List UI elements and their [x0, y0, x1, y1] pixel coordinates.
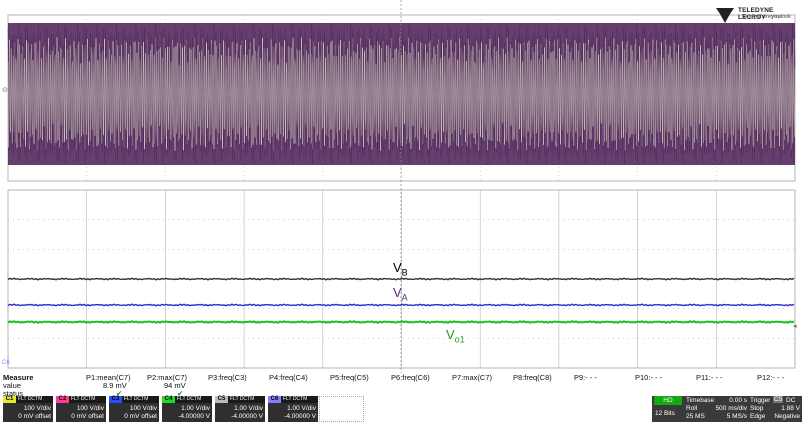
trace-va — [7, 303, 795, 307]
channel-header: C5 FLT DCTM — [215, 396, 265, 403]
hd-badge: HD — [654, 396, 682, 405]
measure-panel: Measure value status P1:mean(C7) 8.9 mV ✔ P… — [0, 373, 802, 398]
label-va: VA — [393, 285, 408, 303]
measure-param-name[interactable]: P4:freq(C4) — [269, 373, 308, 382]
trigger-type: Edge — [750, 413, 766, 420]
channel-descriptor-c1[interactable]: C1 FLT DCTM 100 V/div 0 mV offset — [3, 396, 53, 422]
channel-tag: C2 — [56, 396, 69, 403]
bit-depth: 12 Bits — [655, 410, 675, 417]
measure-param-name[interactable]: P9:- - - — [574, 373, 597, 382]
channel-header: C1 FLT DCTM — [3, 396, 53, 403]
channel-tag: C5 — [215, 396, 228, 403]
measure-param-name[interactable]: P12:- - - — [757, 373, 784, 382]
channel-offset: 0 mV offset — [124, 413, 157, 420]
trigger-slope: Negative — [774, 413, 800, 420]
channel-flags: FLT DCTM — [230, 396, 255, 402]
trigger-level: 1.88 V — [781, 405, 800, 412]
trigger-source: C5 — [773, 396, 784, 403]
channel-flags: FLT DCTM — [18, 396, 43, 402]
channel-descriptor-c4[interactable]: C4 FLT DCTM 1.00 V/div -4.00000 V — [162, 396, 212, 422]
channel-vdiv: 100 V/div — [129, 405, 157, 412]
channel-flags: FLT DCTM — [71, 396, 96, 402]
timebase-trigger-panel[interactable]: HD 12 Bits Timebase Roll 25 MS 0.00 s 50… — [652, 396, 802, 422]
measure-param-name[interactable]: P6:freq(C6) — [391, 373, 430, 382]
empty-channel-slot[interactable] — [319, 396, 364, 422]
upper-trace-waveform — [7, 23, 796, 165]
sample-rate: 5 MS/s — [726, 413, 747, 420]
channel-flags: FLT DCTM — [283, 396, 308, 402]
label-vb: VB — [393, 260, 408, 278]
channel-vdiv: 1.00 V/div — [181, 405, 210, 412]
measure-param-name[interactable]: P7:max(C7) — [452, 373, 492, 382]
time-per-div: 500 ms/div — [715, 405, 747, 412]
channel-header: C2 FLT DCTM — [56, 396, 106, 403]
channel-offset: 0 mV offset — [18, 413, 51, 420]
label-vo1: Vo1 — [446, 327, 465, 345]
measure-param-name[interactable]: P3:freq(C3) — [208, 373, 247, 382]
measure-param-name[interactable]: P11:- - - — [696, 373, 723, 382]
measure-param-name[interactable]: P10:- - - — [635, 373, 662, 382]
lower-trace-channel-marker[interactable]: C6 — [2, 360, 10, 366]
trigger-mode: Stop — [750, 405, 764, 412]
upper-trace-ground-marker[interactable]: ⊙ — [2, 86, 8, 94]
channel-tag: C1 — [3, 396, 16, 403]
channel-header: C6 FLT DCTM — [268, 396, 318, 403]
channel-descriptor-c6[interactable]: C6 FLT DCTM 1.00 V/div -4.00000 V — [268, 396, 318, 422]
channel-tag: C4 — [162, 396, 175, 403]
channel-vdiv: 1.00 V/div — [234, 405, 263, 412]
timebase-value: 0.00 s — [729, 397, 747, 404]
channel-offset: 0 mV offset — [71, 413, 104, 420]
timebase-label: Timebase — [686, 397, 715, 404]
channel-header: C4 FLT DCTM — [162, 396, 212, 403]
acq-mode: Roll — [686, 405, 698, 412]
sample-count: 25 MS — [686, 413, 705, 420]
trigger-label: Trigger — [750, 397, 771, 404]
channel-tag: C3 — [109, 396, 122, 403]
brand-tagline: Everywhereyoulook — [742, 14, 791, 20]
trigger-coupling: DC — [786, 397, 796, 404]
channel-descriptor-c5[interactable]: C5 FLT DCTM 1.00 V/div -4.00000 V — [215, 396, 265, 422]
measure-param-name[interactable]: P8:freq(C8) — [513, 373, 552, 382]
channel-flags: FLT DCTM — [124, 396, 149, 402]
channel-tag: C6 — [268, 396, 281, 403]
scope-display — [7, 0, 796, 373]
channel-offset: -4.00000 V — [231, 413, 263, 420]
measure-param-name[interactable]: P5:freq(C5) — [330, 373, 369, 382]
measure-param-value: 8.9 mV — [103, 381, 127, 390]
channel-descriptor-c2[interactable]: C2 FLT DCTM 100 V/div 0 mV offset — [56, 396, 106, 422]
trace-vb — [7, 277, 795, 281]
channel-vdiv: 100 V/div — [23, 405, 51, 412]
channel-flags: FLT DCTM — [177, 396, 202, 402]
lower-right-arrow-marker[interactable]: ◂ — [793, 322, 797, 330]
channel-header: C3 FLT DCTM — [109, 396, 159, 403]
channel-vdiv: 100 V/div — [76, 405, 104, 412]
channel-offset: -4.00000 V — [284, 413, 316, 420]
channel-offset: -4.00000 V — [178, 413, 210, 420]
channel-descriptor-c3[interactable]: C3 FLT DCTM 100 V/div 0 mV offset — [109, 396, 159, 422]
channel-vdiv: 1.00 V/div — [287, 405, 316, 412]
trace-vo1 — [7, 320, 795, 324]
